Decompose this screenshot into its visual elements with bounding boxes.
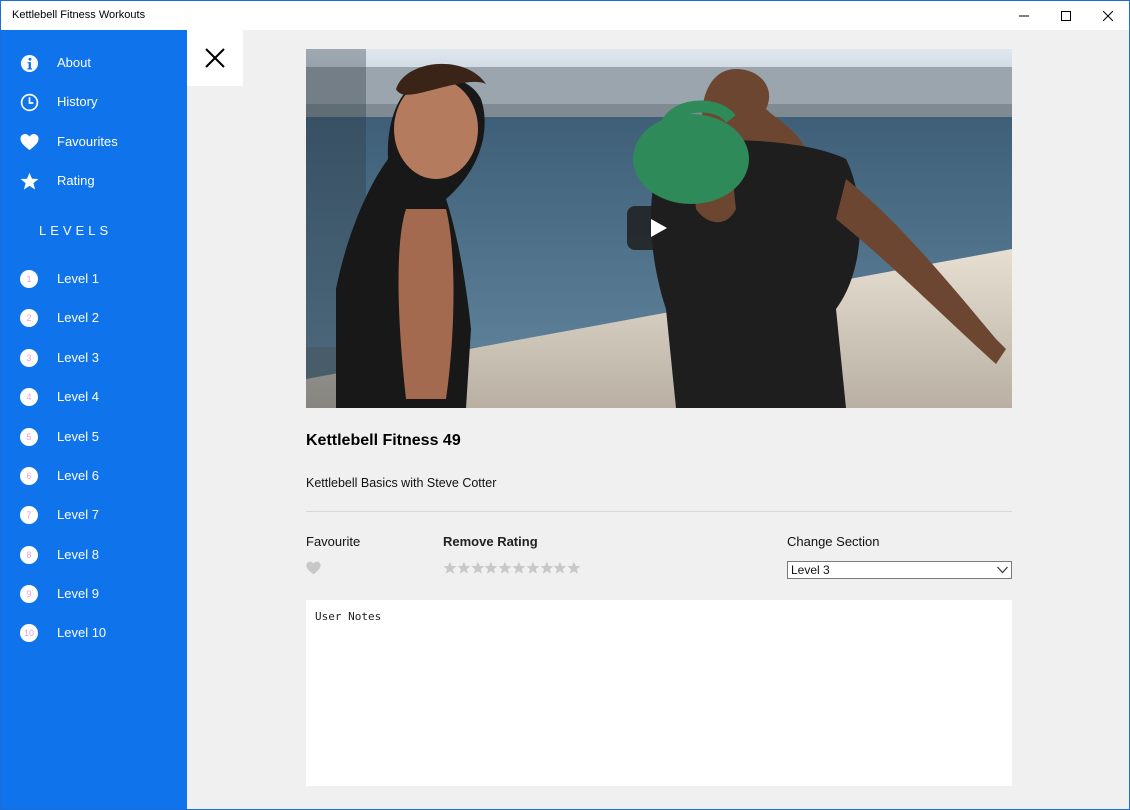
sidebar-item-label: Favourites: [57, 134, 118, 149]
star-icon[interactable]: [526, 561, 540, 575]
sidebar-item-level-9[interactable]: 9 Level 9: [1, 576, 187, 612]
workout-title: Kettlebell Fitness 49: [306, 432, 461, 449]
play-icon: [650, 219, 667, 237]
level-number-badge: 4: [20, 388, 38, 406]
star-icon[interactable]: [471, 561, 485, 575]
section-select-value: Level 3: [791, 563, 830, 577]
star-icon[interactable]: [567, 561, 581, 575]
level-number-badge: 2: [20, 309, 38, 327]
star-icon: [20, 172, 39, 190]
sidebar-item-label: Level 4: [57, 389, 99, 404]
close-icon: [205, 48, 225, 68]
workout-subtitle: Kettlebell Basics with Steve Cotter: [306, 476, 497, 490]
favourite-label: Favourite: [306, 534, 361, 549]
sidebar-item-history[interactable]: History: [1, 84, 187, 120]
close-icon: [1103, 10, 1113, 21]
app-title: Kettlebell Fitness Workouts: [12, 9, 146, 21]
level-number-badge: 1: [20, 270, 38, 288]
close-window-button[interactable]: [1085, 1, 1129, 30]
app-window: Kettlebell Fitness Workouts About Histor…: [0, 0, 1130, 810]
sidebar-item-label: Level 2: [57, 310, 99, 325]
level-number-badge: 5: [20, 428, 38, 446]
sidebar-item-label: Level 1: [57, 271, 99, 286]
sidebar-item-label: Level 9: [57, 586, 99, 601]
maximize-icon: [1061, 10, 1071, 21]
clock-icon: [20, 93, 39, 112]
sidebar-item-level-7[interactable]: 7 Level 7: [1, 497, 187, 533]
sidebar-item-label: Level 3: [57, 350, 99, 365]
level-number-badge: 9: [20, 585, 38, 603]
sidebar-item-level-3[interactable]: 3 Level 3: [1, 340, 187, 376]
sidebar-item-label: Level 7: [57, 507, 99, 522]
rating-stars[interactable]: [443, 561, 581, 576]
close-pane-button[interactable]: [187, 30, 243, 86]
sidebar-item-label: Level 5: [57, 429, 99, 444]
star-icon[interactable]: [457, 561, 471, 575]
sidebar-item-level-4[interactable]: 4 Level 4: [1, 379, 187, 415]
level-number-badge: 8: [20, 546, 38, 564]
sidebar-item-label: About: [57, 55, 91, 70]
minimize-icon: [1019, 15, 1029, 16]
change-section-label: Change Section: [787, 534, 880, 549]
sidebar-item-favourites[interactable]: Favourites: [1, 124, 187, 160]
user-notes-input[interactable]: [306, 600, 1012, 786]
star-icon[interactable]: [553, 561, 567, 575]
video-player[interactable]: [306, 49, 1012, 408]
chevron-down-icon: [997, 566, 1008, 574]
level-number-badge: 7: [20, 506, 38, 524]
sidebar-item-level-8[interactable]: 8 Level 8: [1, 537, 187, 573]
sidebar-item-label: History: [57, 94, 98, 109]
maximize-button[interactable]: [1043, 1, 1089, 30]
sidebar-item-level-2[interactable]: 2 Level 2: [1, 300, 187, 336]
sidebar-item-about[interactable]: About: [1, 45, 187, 81]
sidebar-item-level-6[interactable]: 6 Level 6: [1, 458, 187, 494]
sidebar-item-label: Level 10: [57, 625, 107, 640]
level-number-badge: 6: [20, 467, 38, 485]
level-number-badge: 3: [20, 349, 38, 367]
minimize-button[interactable]: [1001, 1, 1047, 30]
star-icon[interactable]: [484, 561, 498, 575]
play-button[interactable]: [627, 206, 690, 250]
divider: [306, 511, 1012, 512]
sidebar-item-label: Level 8: [57, 547, 99, 562]
level-number-badge: 10: [20, 624, 38, 642]
sidebar-item-level-5[interactable]: 5 Level 5: [1, 419, 187, 455]
favourite-heart-icon[interactable]: [306, 561, 321, 575]
sidebar-item-rating[interactable]: Rating: [1, 163, 187, 199]
info-icon: [20, 54, 39, 73]
star-icon[interactable]: [539, 561, 554, 575]
sidebar-item-level-1[interactable]: 1 Level 1: [1, 261, 187, 297]
heart-icon: [20, 133, 39, 151]
levels-heading: LEVELS: [39, 223, 113, 238]
sidebar: About History Favourites Rating LEVELS 1…: [1, 30, 187, 809]
star-icon[interactable]: [443, 561, 457, 575]
sidebar-item-label: Level 6: [57, 468, 99, 483]
remove-rating-button[interactable]: Remove Rating: [443, 534, 538, 549]
title-bar: Kettlebell Fitness Workouts: [1, 1, 1129, 30]
sidebar-item-label: Rating: [57, 173, 95, 188]
star-icon[interactable]: [512, 561, 526, 575]
star-icon[interactable]: [498, 561, 512, 575]
section-select[interactable]: Level 3: [787, 561, 1012, 579]
sidebar-item-level-10[interactable]: 10 Level 10: [1, 615, 187, 651]
